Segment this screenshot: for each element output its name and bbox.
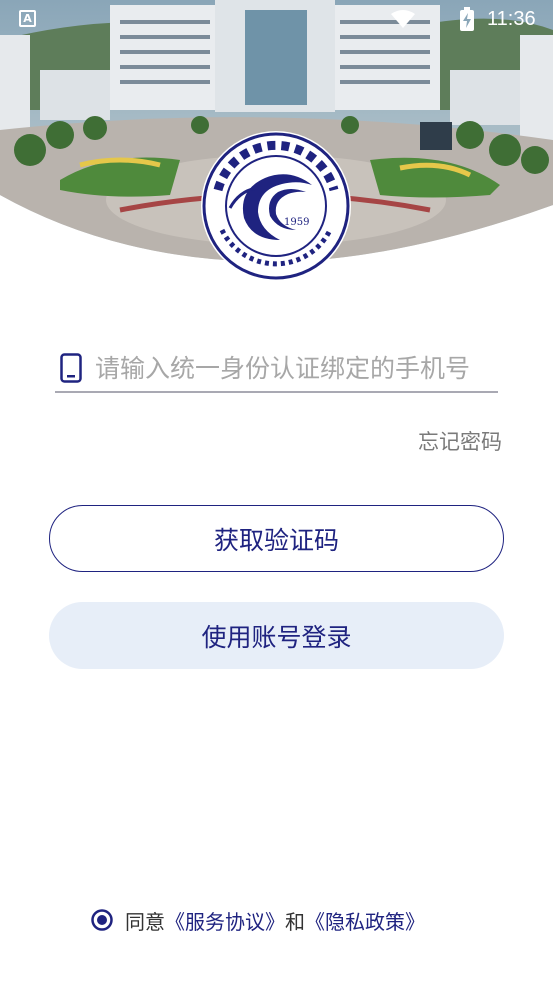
privacy-policy-link[interactable]: 《隐私政策》 xyxy=(305,906,425,935)
phone-field[interactable] xyxy=(55,345,498,393)
phone-icon xyxy=(60,353,82,383)
radio-checked-icon[interactable] xyxy=(91,909,113,931)
account-login-label: 使用账号登录 xyxy=(201,622,352,652)
service-agreement-link[interactable]: 《服务协议》 xyxy=(165,906,285,935)
get-code-label: 获取验证码 xyxy=(213,525,339,555)
status-bar: A 11:36 xyxy=(0,0,553,38)
battery-charging-icon xyxy=(460,7,474,31)
status-time: 11:36 xyxy=(487,8,536,30)
seal-year: 1959 xyxy=(284,217,309,228)
agree-prefix: 同意 xyxy=(125,909,165,934)
agreement-row: 同意 《服务协议》 和 《隐私政策》 xyxy=(91,905,425,935)
a-badge-icon: A xyxy=(19,10,36,27)
account-login-button[interactable]: 使用账号登录 xyxy=(49,602,504,669)
agree-conjunction: 和 xyxy=(285,909,305,934)
get-verification-code-button[interactable]: 获取验证码 xyxy=(49,505,504,572)
wifi-icon xyxy=(391,10,415,28)
phone-input[interactable] xyxy=(95,349,498,387)
university-seal-icon: 1959 xyxy=(200,130,352,282)
forgot-password-link[interactable]: 忘记密码 xyxy=(418,426,502,456)
